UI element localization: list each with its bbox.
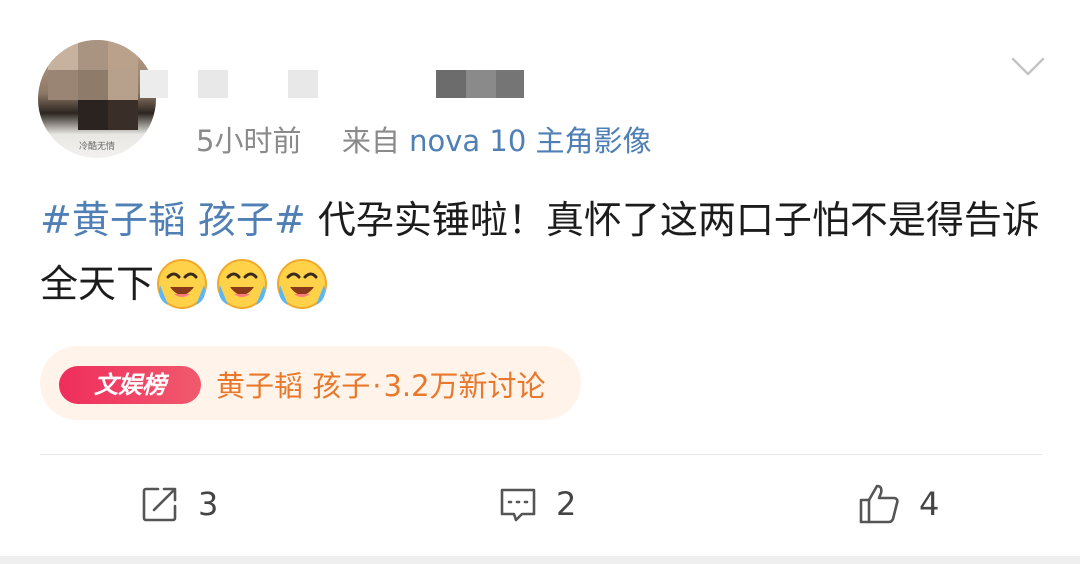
avatar-caption: 冷酷无情	[78, 142, 115, 152]
topic-card[interactable]: 文娱榜 黄子韬 孩子·3.2万新讨论	[40, 346, 581, 420]
like-count: 4	[919, 485, 940, 523]
source-device[interactable]: nova 10 主角影像	[409, 124, 651, 158]
post-meta: 5小时前 来自 nova 10 主角影像	[196, 118, 652, 160]
emoji-laugh-cry-icon	[277, 259, 328, 309]
divider	[40, 454, 1042, 455]
hashtag-link[interactable]: #黄子韬 孩子#	[40, 198, 306, 242]
like-button[interactable]: 4	[857, 474, 939, 534]
post-content: #黄子韬 孩子# 代孕实锤啦！真怀了这两口子怕不是得告诉全天下	[40, 188, 1040, 316]
avatar[interactable]: 冷酷无情	[38, 40, 156, 158]
repost-icon	[142, 487, 177, 522]
feed-separator	[0, 556, 1080, 564]
weibo-post-card: 冷酷无情 5小时前 来自 nova 10 主角影像 #黄子韬 孩子# 代孕实锤啦…	[0, 0, 1080, 556]
repost-count: 3	[198, 485, 219, 523]
topic-name: 黄子韬 孩子	[216, 369, 371, 403]
emoji-laugh-cry-icon	[157, 259, 208, 309]
comment-count: 2	[556, 485, 577, 523]
comment-button[interactable]: 2	[498, 474, 576, 534]
repost-button[interactable]: 3	[140, 474, 218, 534]
comment-icon	[500, 488, 536, 522]
post-time: 5小时前	[196, 124, 302, 158]
chevron-down-icon[interactable]	[1011, 55, 1045, 79]
topic-badge: 文娱榜	[59, 366, 201, 404]
source-prefix: 来自	[341, 124, 400, 158]
emoji-laugh-cry-icon	[217, 259, 268, 309]
topic-title: 黄子韬 孩子·3.2万新讨论	[216, 363, 546, 405]
topic-separator: ·	[372, 369, 382, 403]
like-icon	[859, 484, 899, 524]
topic-stat: 3.2万新讨论	[383, 369, 546, 403]
